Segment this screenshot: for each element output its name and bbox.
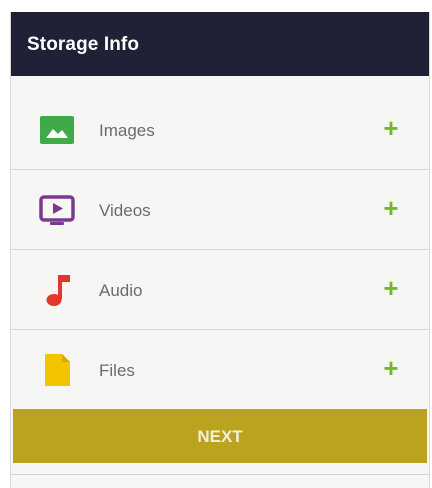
add-videos-button[interactable]: + bbox=[377, 194, 405, 222]
list-item-label: Files bbox=[99, 361, 135, 380]
storage-category-list: Images + Videos + Audio + Files + bbox=[11, 90, 429, 410]
music-note-icon bbox=[39, 272, 75, 308]
list-item-audio[interactable]: Audio + bbox=[11, 250, 429, 330]
page-title: Storage Info bbox=[27, 34, 140, 55]
next-button[interactable]: NEXT bbox=[13, 409, 427, 463]
list-item-files[interactable]: Files + bbox=[11, 330, 429, 410]
list-item-videos[interactable]: Videos + bbox=[11, 170, 429, 250]
list-item-images[interactable]: Images + bbox=[11, 90, 429, 170]
video-player-icon bbox=[39, 192, 75, 228]
list-item-label: Audio bbox=[99, 281, 143, 300]
add-images-button[interactable]: + bbox=[377, 114, 405, 142]
add-files-button[interactable]: + bbox=[377, 354, 405, 382]
app-header: Storage Info bbox=[11, 12, 429, 76]
list-item-label: Images bbox=[99, 121, 155, 140]
file-icon bbox=[39, 352, 75, 388]
divider bbox=[11, 474, 429, 475]
storage-info-screen: Storage Info Images + Videos + Audio + F… bbox=[10, 12, 430, 488]
add-audio-button[interactable]: + bbox=[377, 274, 405, 302]
image-icon bbox=[39, 112, 75, 148]
list-item-label: Videos bbox=[99, 201, 151, 220]
